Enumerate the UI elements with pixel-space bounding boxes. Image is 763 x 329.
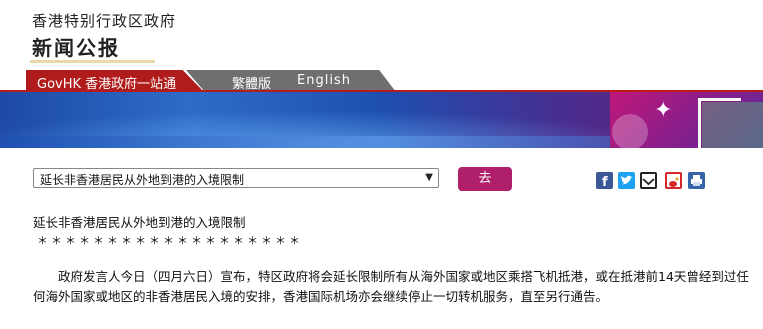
- mail-icon[interactable]: [640, 172, 657, 189]
- article-paragraph: 政府发言人今日（四月六日）宣布，特区政府将会延长限制所有从海外国家或地区乘搭飞机…: [33, 269, 749, 304]
- banner-frame: [698, 98, 741, 148]
- press-release-select[interactable]: 延长非香港居民从外地到港的入境限制 ▼: [33, 168, 439, 188]
- title-separator: ＊＊＊＊＊＊＊＊＊＊＊＊＊＊＊＊＊＊＊: [37, 234, 303, 247]
- english-link[interactable]: English: [297, 73, 351, 88]
- dropdown-arrow-icon[interactable]: ▼: [425, 172, 433, 183]
- page-title: 新闻公报: [32, 36, 120, 60]
- star-icon: ✦: [654, 98, 673, 123]
- facebook-icon[interactable]: f: [596, 172, 613, 190]
- article-title: 延长非香港居民从外地到港的入境限制: [33, 215, 246, 230]
- top-nav: GovHK 香港政府一站通 繁體版 English: [0, 70, 763, 92]
- print-icon[interactable]: [688, 172, 705, 189]
- weibo-icon[interactable]: [665, 172, 682, 189]
- nav-language-tab: [186, 70, 396, 92]
- select-value: 延长非香港居民从外地到港的入境限制: [40, 173, 245, 187]
- page-header: 香港特别行政区政府 新闻公报: [0, 0, 763, 70]
- twitter-icon[interactable]: [618, 172, 635, 189]
- government-name: 香港特别行政区政府: [32, 12, 177, 30]
- banner-circle: [612, 114, 648, 148]
- header-banner: ✦: [0, 92, 763, 148]
- svg-text:f: f: [602, 175, 608, 189]
- go-button[interactable]: 去: [458, 167, 512, 191]
- title-underline: [30, 60, 155, 63]
